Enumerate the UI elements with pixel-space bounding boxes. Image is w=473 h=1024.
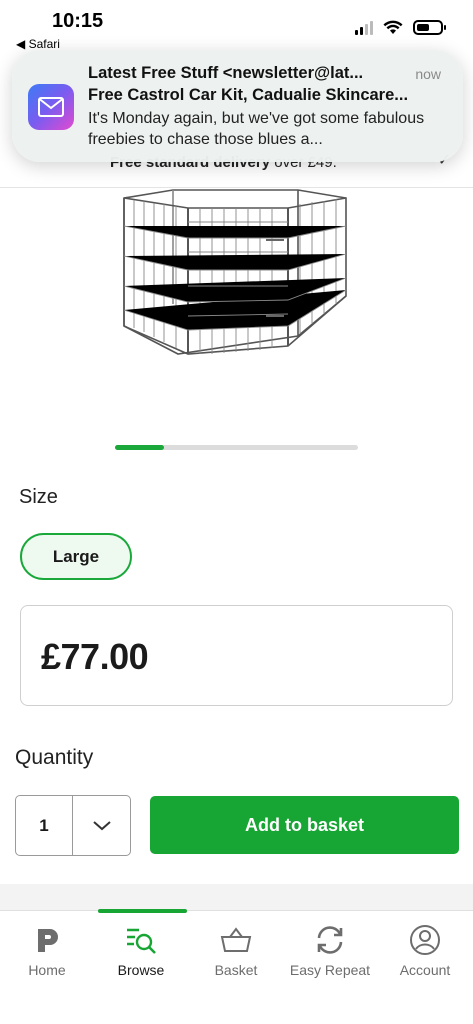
quantity-select[interactable]: 1 bbox=[15, 795, 131, 856]
repeat-icon bbox=[313, 923, 347, 957]
tab-basket-label: Basket bbox=[214, 962, 258, 978]
basket-icon bbox=[219, 923, 253, 957]
product-image[interactable] bbox=[118, 186, 354, 358]
account-icon bbox=[408, 923, 442, 957]
product-price: £77.00 bbox=[41, 636, 149, 677]
browse-search-icon bbox=[124, 923, 158, 957]
add-to-basket-button[interactable]: Add to basket bbox=[150, 796, 459, 854]
tab-account-label: Account bbox=[399, 962, 451, 978]
notification-sender: Latest Free Stuff <newsletter@lat... bbox=[88, 64, 364, 82]
quantity-value: 1 bbox=[16, 796, 73, 855]
size-option-large[interactable]: Large bbox=[20, 533, 132, 580]
tab-basket[interactable]: Basket bbox=[189, 911, 283, 991]
tab-browse-label: Browse bbox=[117, 962, 165, 978]
wifi-icon bbox=[383, 20, 403, 34]
carousel-progress-fill bbox=[115, 445, 164, 450]
tab-easy-repeat[interactable]: Easy Repeat bbox=[283, 911, 377, 991]
size-label: Size bbox=[19, 486, 58, 508]
tab-easy-repeat-label: Easy Repeat bbox=[289, 962, 371, 978]
bottom-tab-bar: Home Browse Basket Easy Repeat Account bbox=[0, 909, 473, 1024]
back-to-app-link[interactable]: ◀ Safari bbox=[16, 37, 60, 51]
status-icons bbox=[355, 20, 446, 35]
chevron-down-icon[interactable] bbox=[73, 796, 130, 855]
pets-at-home-logo-icon bbox=[30, 923, 64, 957]
section-divider bbox=[0, 884, 473, 910]
image-carousel-progress bbox=[115, 445, 358, 450]
battery-icon bbox=[413, 20, 446, 35]
tab-home-label: Home bbox=[28, 962, 66, 978]
status-time: 10:15 bbox=[52, 10, 104, 32]
mail-app-icon bbox=[28, 84, 74, 130]
tab-account[interactable]: Account bbox=[378, 911, 472, 991]
notification-subject: Free Castrol Car Kit, Cadualie Skincare.… bbox=[88, 86, 409, 104]
quantity-label: Quantity bbox=[15, 746, 94, 769]
tab-home[interactable]: Home bbox=[0, 911, 94, 991]
mail-notification[interactable]: Latest Free Stuff <newsletter@lat... now… bbox=[12, 50, 463, 162]
tab-browse[interactable]: Browse bbox=[94, 911, 188, 991]
notification-body: It's Monday again, but we've got some fa… bbox=[88, 110, 425, 148]
notification-time: now bbox=[415, 66, 441, 82]
price-box: £77.00 bbox=[20, 605, 453, 706]
cellular-signal-icon bbox=[355, 20, 373, 35]
